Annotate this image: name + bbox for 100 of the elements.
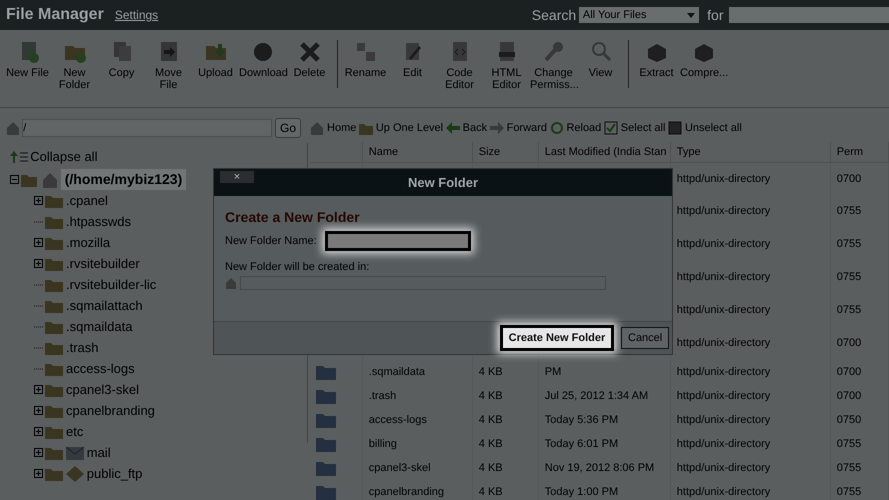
open-folder-icon xyxy=(21,172,40,186)
toolbar-link[interactable]: Reload xyxy=(550,120,602,136)
search-label: Search xyxy=(532,6,576,24)
plus-box-icon[interactable] xyxy=(34,196,42,205)
close-button[interactable]: × xyxy=(219,170,255,184)
table-cell: httpd/unix-directory xyxy=(670,480,830,500)
table-cell: access-logs xyxy=(362,408,472,432)
table-cell: 0700 xyxy=(830,327,889,360)
column-header[interactable]: Size xyxy=(472,142,538,162)
table-cell: httpd/unix-directory xyxy=(670,456,830,480)
plus-box-icon[interactable] xyxy=(34,259,42,268)
plus-box-icon[interactable] xyxy=(34,469,42,478)
toolbar-button[interactable]: Download xyxy=(239,40,286,80)
toolbar-button[interactable]: Copy xyxy=(98,40,145,80)
checkbox-icon xyxy=(668,121,682,135)
table-cell: Today 5:36 PM xyxy=(538,408,670,432)
collapse-all-link[interactable]: Collapse all xyxy=(30,146,98,166)
table-cell: 0755 xyxy=(830,261,889,294)
cancel-button[interactable]: Cancel xyxy=(621,326,670,350)
toolbar-button[interactable]: Compre... xyxy=(680,40,727,80)
folder-icon xyxy=(45,194,64,208)
caret-icon xyxy=(686,12,695,18)
tree-root-item[interactable]: (/home/mybiz123) xyxy=(60,169,186,190)
table-cell: httpd/unix-directory xyxy=(670,384,830,408)
folder-icon xyxy=(316,460,336,476)
key-icon xyxy=(542,40,566,64)
settings-link[interactable]: Settings xyxy=(114,6,158,24)
create-folder-button[interactable]: Create New Folder xyxy=(500,324,614,352)
field-label: New Folder Name: xyxy=(225,234,317,249)
tree-item[interactable]: .rvsitebuilder-lic xyxy=(66,274,156,294)
plus-box-icon[interactable] xyxy=(34,427,42,436)
table-cell: 0755 xyxy=(830,195,889,228)
folder-icon xyxy=(45,236,64,250)
toolbar-button[interactable]: Upload xyxy=(192,40,239,80)
toolbar-link[interactable]: Back xyxy=(446,120,488,136)
left-arrow-icon xyxy=(446,121,460,135)
toolbar-button[interactable]: Edit xyxy=(389,40,436,80)
go-button[interactable]: Go xyxy=(275,118,302,138)
toolbar-button[interactable]: View xyxy=(577,40,624,80)
tree-item[interactable]: access-logs xyxy=(66,358,135,378)
plus-box-icon[interactable] xyxy=(34,385,42,394)
toolbar-button[interactable]: Rename xyxy=(342,40,389,80)
plus-box-icon[interactable] xyxy=(34,448,42,457)
toolbar-link[interactable]: Up One Level xyxy=(359,120,444,136)
tree-item[interactable]: mail xyxy=(86,442,111,462)
table-cell: 4 KB xyxy=(472,456,538,480)
toolbar-button[interactable]: Move File xyxy=(145,40,192,92)
collapse-icon xyxy=(10,150,28,162)
toolbar-button[interactable]: New File xyxy=(4,40,51,80)
toolbar-button[interactable]: Delete xyxy=(286,40,333,80)
folder-name-field[interactable] xyxy=(324,231,471,251)
tree-item[interactable]: .htpasswds xyxy=(66,212,132,232)
plus-box-icon[interactable] xyxy=(34,238,42,247)
checkbox-checked-icon xyxy=(604,121,618,135)
column-header[interactable]: Name xyxy=(362,142,472,162)
toolbar-button[interactable]: Code Editor xyxy=(436,40,483,92)
table-cell: 0755 xyxy=(830,456,889,480)
tree-item[interactable]: etc xyxy=(66,422,84,442)
search-scope-dropdown[interactable]: All Your Files xyxy=(578,7,699,23)
tree-item[interactable]: .mozilla xyxy=(66,232,110,252)
tree-item[interactable]: .sqmailattach xyxy=(66,296,143,316)
home-icon xyxy=(225,276,237,288)
column-header[interactable]: Last Modified (India Stan xyxy=(538,142,670,162)
folder-icon xyxy=(45,278,64,292)
toolbar-button[interactable]: New Folder xyxy=(51,40,98,92)
tree-item[interactable]: .sqmaildata xyxy=(66,316,132,336)
folder-up-icon xyxy=(359,121,374,135)
tree-item[interactable]: cpanelbranding xyxy=(66,400,155,420)
tree-item[interactable]: cpanel3-skel xyxy=(66,380,139,400)
tree-item[interactable]: .rvsitebuilder xyxy=(66,254,140,274)
table-cell: Jul 25, 2012 1:34 AM xyxy=(538,384,670,408)
right-arrow-icon xyxy=(490,121,504,135)
column-header[interactable]: Type xyxy=(670,142,830,162)
toolbar-button[interactable]: HTML Editor xyxy=(483,40,530,92)
table-cell: cpanel3-skel xyxy=(362,456,472,480)
tree-connector xyxy=(34,220,42,222)
tree-item[interactable]: .trash xyxy=(66,338,99,358)
plus-box-icon[interactable] xyxy=(34,406,42,415)
toolbar-link[interactable]: Home xyxy=(310,120,356,136)
tree-connector xyxy=(34,368,42,370)
table-cell: .trash xyxy=(362,384,472,408)
toolbar-link[interactable]: Select all xyxy=(604,120,666,136)
path-field[interactable]: / xyxy=(22,119,272,137)
dialog-title: New Folder xyxy=(408,174,478,192)
home-icon xyxy=(42,172,58,188)
search-field[interactable] xyxy=(729,7,889,23)
reload-icon xyxy=(550,121,564,135)
toolbar-link[interactable]: Unselect all xyxy=(668,120,742,136)
folder-icon xyxy=(45,446,64,460)
toolbar-button[interactable]: Extract xyxy=(633,40,680,80)
home-icon xyxy=(310,121,324,135)
toolbar-link[interactable]: Forward xyxy=(490,120,547,136)
tree-item[interactable]: public_ftp xyxy=(86,464,142,484)
column-header[interactable]: Perm xyxy=(830,142,889,162)
toolbar-button[interactable]: Change Permiss... xyxy=(530,40,577,92)
folder-icon xyxy=(316,412,336,428)
table-cell: 0755 xyxy=(830,294,889,327)
table-cell: PM xyxy=(538,360,670,384)
tree-item[interactable]: .cpanel xyxy=(66,190,108,210)
table-cell: cpanelbranding xyxy=(362,480,472,500)
